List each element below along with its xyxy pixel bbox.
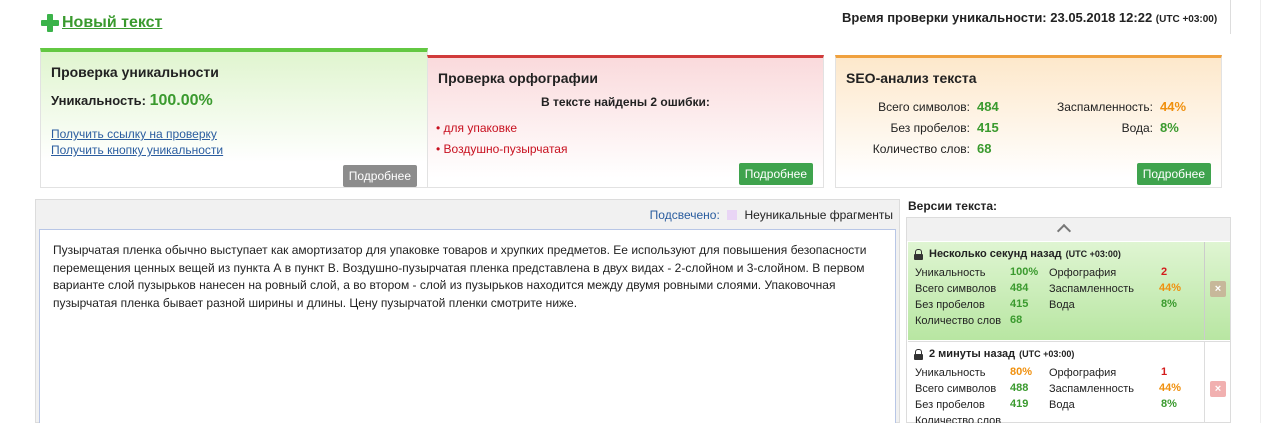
lock-icon (914, 349, 923, 360)
uniqueness-row: Уникальность: 100.00% (51, 92, 213, 110)
version-total-label: Всего символов (915, 383, 997, 395)
version-nospace-value: 415 (1010, 298, 1029, 310)
version-total-value: 484 (1010, 282, 1029, 294)
seo-spam-label: Заспамленность: (1056, 100, 1153, 114)
spelling-panel: Проверка орфографии В тексте найдены 2 о… (427, 55, 824, 188)
version-tz: (UTC +03:00) (1065, 249, 1121, 259)
version-spell-value: 2 (1161, 266, 1168, 278)
text-editor[interactable]: Пузырчатая пленка обычно выступает как а… (39, 229, 896, 423)
version-spam-label: Заспамленность (1049, 383, 1134, 395)
highlight-label: Подсвечено: (649, 208, 720, 222)
seo-nospace-label: Без пробелов: (890, 121, 971, 135)
divider (1230, 0, 1231, 34)
version-nospace-value: 419 (1010, 398, 1029, 410)
uniqueness-title: Проверка уникальности (51, 64, 219, 80)
version-total-label: Всего символов (915, 283, 997, 295)
version-uniq-value: 100% (1010, 266, 1039, 278)
version-spam-label: Заспамленность (1049, 283, 1134, 295)
version-item[interactable]: Несколько секунд назад (UTC +03:00) Уник… (908, 242, 1204, 340)
seo-nospace-value: 415 (977, 120, 999, 135)
seo-details-button[interactable]: Подробнее (1136, 163, 1211, 185)
divider (1260, 0, 1261, 423)
version-spell-label: Орфография (1049, 267, 1117, 279)
seo-total-value: 484 (977, 99, 999, 114)
seo-title: SEO-анализ текста (846, 70, 977, 86)
version-uniq-label: Уникальность (915, 367, 986, 379)
versions-title: Версии текста: (908, 199, 998, 213)
version-header: 2 минуты назад (UTC +03:00) (914, 348, 1074, 360)
version-total-value: 488 (1010, 382, 1029, 394)
get-uniqueness-button-link[interactable]: Получить кнопку уникальности (51, 143, 223, 157)
check-time-tz: (UTC +03:00) (1155, 14, 1218, 25)
versions-list[interactable]: Несколько секунд назад (UTC +03:00) Уник… (906, 217, 1231, 423)
version-water-value: 8% (1161, 398, 1177, 410)
check-time-label: Время проверки уникальности: 23.05.2018 … (842, 10, 1153, 25)
spelling-error-item[interactable]: • для упаковке (436, 121, 517, 135)
spelling-error-item[interactable]: • Воздушно-пузырчатая (436, 142, 567, 156)
uniqueness-details-button[interactable]: Подробнее (342, 165, 417, 187)
new-text-label[interactable]: Новый текст (62, 14, 162, 32)
new-text-link[interactable]: Новый текст (40, 13, 162, 33)
version-header: Несколько секунд назад (UTC +03:00) (914, 248, 1121, 260)
delete-version-button[interactable]: × (1210, 381, 1226, 397)
version-tz: (UTC +03:00) (1019, 349, 1075, 359)
version-time: Несколько секунд назад (929, 248, 1062, 260)
version-side: × (1204, 341, 1230, 423)
versions-scroll-up-button[interactable] (907, 218, 1230, 241)
version-spell-value: 1 (1161, 366, 1168, 378)
spelling-title: Проверка орфографии (438, 70, 598, 86)
seo-words-label: Количество слов: (872, 142, 970, 156)
uniqueness-value: 100.00% (149, 92, 213, 109)
seo-words-value: 68 (977, 141, 992, 156)
seo-total-label: Всего символов: (878, 100, 970, 114)
seo-water-value: 8% (1160, 120, 1179, 135)
get-check-link[interactable]: Получить ссылку на проверку (51, 127, 217, 141)
uniqueness-panel: Проверка уникальности Уникальность: 100.… (40, 48, 428, 188)
version-water-label: Вода (1049, 299, 1075, 311)
spelling-details-button[interactable]: Подробнее (738, 163, 813, 185)
version-nospace-label: Без пробелов (915, 299, 985, 311)
version-side: × (1204, 242, 1230, 340)
delete-version-button[interactable]: × (1210, 281, 1226, 297)
plus-icon (40, 13, 60, 33)
spelling-found: В тексте найдены 2 ошибки: (541, 95, 710, 109)
version-words-label: Количество слов (915, 415, 1002, 423)
seo-water-label: Вода: (1121, 121, 1153, 135)
version-time: 2 минуты назад (929, 348, 1016, 360)
lock-icon (914, 249, 923, 260)
version-words-label: Количество слов (915, 315, 1002, 327)
seo-spam-value: 44% (1160, 99, 1187, 114)
uniqueness-label: Уникальность: (51, 93, 146, 108)
version-item[interactable]: 2 минуты назад (UTC +03:00) Уникальность… (908, 341, 1204, 423)
highlight-legend-text: Неуникальные фрагменты (744, 208, 893, 222)
check-time: Время проверки уникальности: 23.05.2018 … (842, 10, 1217, 25)
version-uniq-value: 80% (1010, 366, 1033, 378)
version-uniq-label: Уникальность (915, 267, 986, 279)
highlight-swatch (727, 210, 738, 220)
version-spell-label: Орфография (1049, 367, 1117, 379)
version-words-value: 68 (1010, 314, 1023, 326)
version-water-label: Вода (1049, 399, 1075, 411)
chevron-up-icon (1056, 223, 1072, 239)
version-spam-value: 44% (1159, 282, 1182, 294)
version-spam-value: 44% (1159, 382, 1182, 394)
seo-panel: SEO-анализ текста Всего символов: 484 Бе… (835, 55, 1222, 188)
editor-panel: Подсвечено: Неуникальные фрагменты Пузыр… (35, 199, 900, 423)
version-nospace-label: Без пробелов (915, 399, 985, 411)
version-water-value: 8% (1161, 298, 1177, 310)
highlight-legend: Подсвечено: Неуникальные фрагменты (650, 208, 893, 222)
